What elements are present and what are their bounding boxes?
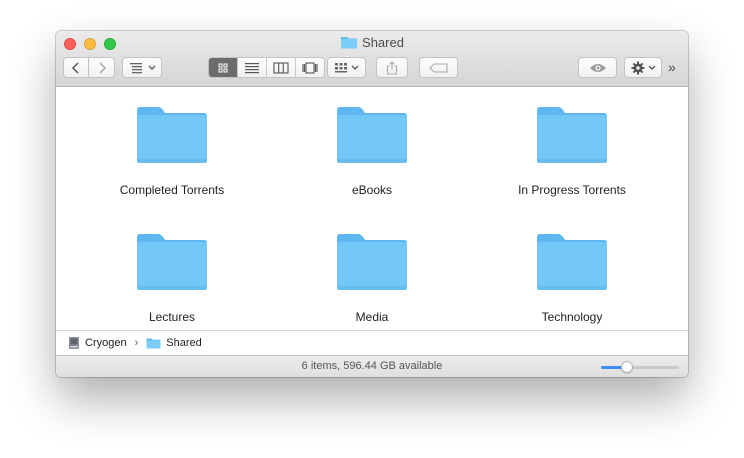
status-bar: 6 items, 596.44 GB available [56, 355, 688, 377]
eye-icon [589, 63, 606, 72]
action-button[interactable] [624, 57, 662, 78]
column-view-button[interactable] [267, 58, 296, 77]
list-view-button[interactable] [238, 58, 267, 77]
icon-size-slider-knob[interactable] [620, 361, 633, 373]
gear-icon [631, 61, 644, 74]
folder-icon [537, 107, 607, 163]
view-mode-control [208, 57, 325, 78]
folder-item[interactable]: In Progress Torrents [472, 103, 672, 197]
share-icon [386, 60, 398, 75]
chevron-down-icon [351, 65, 359, 70]
tag-icon [428, 62, 448, 73]
back-button[interactable] [63, 57, 89, 78]
folder-icon [341, 37, 358, 49]
folder-label: Completed Torrents [119, 183, 225, 197]
icon-view-button[interactable] [209, 58, 238, 77]
chevron-left-icon [71, 61, 79, 74]
path-root-label: Cryogen [85, 337, 127, 349]
window-title: Shared [56, 35, 688, 51]
folder-icon [137, 107, 207, 163]
list-arrange-icon [129, 62, 142, 73]
share-button[interactable] [376, 57, 408, 78]
folder-item[interactable]: eBooks [272, 103, 472, 197]
path-separator: › [134, 337, 139, 349]
cover-flow-button[interactable] [296, 58, 324, 77]
folder-icon [337, 234, 407, 290]
folder-icon [137, 234, 207, 290]
chevron-down-icon [148, 65, 155, 70]
folder-item[interactable]: Technology [472, 230, 672, 324]
icon-size-slider[interactable] [601, 361, 679, 373]
folder-label: Technology [541, 310, 603, 324]
chevron-right-icon [98, 61, 106, 74]
finder-window: Shared » Completed Torrents eBooks In Pr… [56, 31, 688, 377]
list-view-icon [245, 62, 259, 73]
folder-icon [337, 107, 407, 163]
group-button[interactable] [327, 57, 366, 78]
path-bar: Cryogen › Shared [56, 330, 688, 355]
forward-button[interactable] [88, 57, 115, 78]
folder-label: In Progress Torrents [518, 183, 626, 197]
folder-label: eBooks [351, 183, 393, 197]
folder-icon [537, 234, 607, 290]
drive-icon [69, 337, 79, 349]
column-view-icon [273, 61, 289, 74]
path-item-current[interactable]: Shared [146, 337, 202, 349]
toolbar-overflow-button[interactable]: » [668, 59, 676, 75]
path-current-label: Shared [166, 337, 202, 349]
status-text: 6 items, 596.44 GB available [301, 360, 443, 372]
grid-group-icon [335, 62, 347, 72]
quick-look-button[interactable] [578, 57, 617, 78]
tags-button[interactable] [419, 57, 458, 78]
title-bar: Shared » [56, 31, 688, 87]
folder-item[interactable]: Media [272, 230, 472, 324]
folder-label: Media [355, 310, 389, 324]
path-item-root[interactable]: Cryogen [68, 336, 127, 350]
window-title-text: Shared [362, 35, 404, 50]
icon-grid: Completed Torrents eBooks In Progress To… [56, 87, 688, 330]
chevron-down-icon [648, 65, 655, 70]
folder-icon [146, 338, 161, 349]
folder-item[interactable]: Lectures [72, 230, 272, 324]
arrange-button[interactable] [122, 57, 162, 78]
cover-flow-icon [302, 61, 318, 74]
folder-item[interactable]: Completed Torrents [72, 103, 272, 197]
icon-view-icon [218, 63, 228, 72]
folder-label: Lectures [148, 310, 196, 324]
